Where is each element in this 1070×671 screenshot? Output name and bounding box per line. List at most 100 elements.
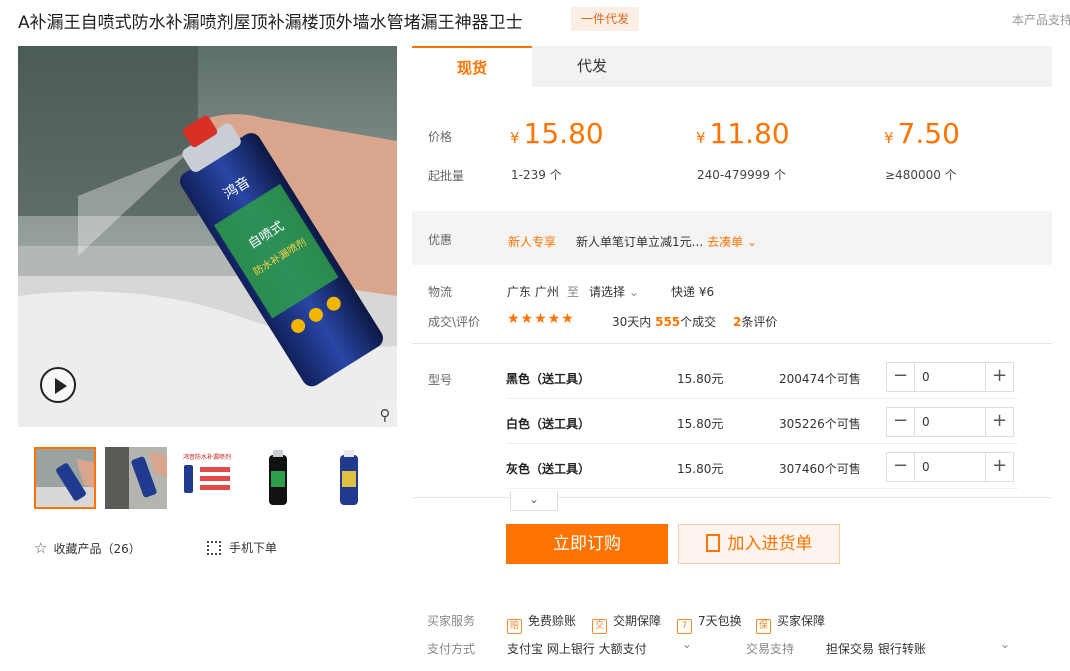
currency-symbol: ¥ [696, 129, 706, 147]
payment-label: 支付方式 [427, 642, 476, 656]
promotion-bar: 优惠 新人专享 新人单笔订单立减1元... 去凑单 ⌄ [412, 211, 1052, 265]
sku-label: 型号 [428, 373, 453, 387]
moq-tier-1: 1-239 个 [511, 168, 562, 182]
service-delivery-guarantee[interactable]: 交交期保障 [592, 612, 661, 634]
shield-icon: 保 [756, 619, 771, 634]
promo-description: 新人单笔订单立减1元... [576, 235, 704, 249]
sku-name: 灰色（送工具） [506, 462, 591, 476]
trade-support-label: 交易支持 [746, 642, 795, 656]
services-label: 买家服务 [427, 614, 476, 628]
tab-dropship[interactable]: 代发 [532, 46, 652, 87]
dropship-badge: 一件代发 [571, 7, 639, 31]
mobile-order-label: 手机下单 [229, 541, 278, 555]
price-tier-3-value: 7.50 [897, 117, 960, 150]
sku-row: 黑色（送工具） 15.80元 200474个可售 − + [506, 355, 1018, 399]
moq-tier-3: ≥480000 个 [885, 168, 957, 182]
quantity-stepper: − + [886, 362, 1014, 392]
credit-icon: 赔 [507, 619, 522, 634]
promo-link[interactable]: 去凑单 ⌄ [707, 235, 757, 249]
sku-price: 15.80元 [677, 372, 724, 386]
star-outline-icon: ☆ [34, 539, 48, 557]
add-to-cart-label: 加入进货单 [727, 534, 813, 554]
service-free-credit[interactable]: 赔免费赊账 [507, 612, 576, 634]
decrease-button[interactable]: − [887, 408, 915, 436]
sku-stock: 200474个可售 [779, 372, 861, 386]
thumbnail-2[interactable] [105, 447, 167, 509]
review-count[interactable]: 2条评价 [733, 313, 777, 330]
chevron-down-icon: ⌄ [746, 235, 757, 249]
thumbnail-3[interactable]: 鸿音防水补漏喷剂 [176, 447, 238, 509]
payment-methods: 支付宝 网上银行 大额支付 [507, 642, 647, 656]
destination-select[interactable]: 请选择 ⌄ [589, 283, 639, 300]
price-label: 价格 [428, 130, 453, 144]
currency-symbol: ¥ [884, 129, 894, 147]
logistics-label: 物流 [428, 285, 453, 299]
shipping-fee: 快递 ¥6 [671, 285, 715, 299]
quantity-input[interactable] [916, 453, 986, 481]
clipboard-icon [705, 534, 720, 552]
buy-now-button[interactable]: 立即订购 [506, 524, 668, 564]
service-buyer-protection[interactable]: 保买家保障 [756, 612, 825, 634]
deal-count[interactable]: 30天内 555个成交 [612, 313, 716, 330]
promo-text: 新人单笔订单立减1元... 去凑单 ⌄ [576, 233, 757, 250]
quantity-input[interactable] [916, 408, 986, 436]
product-title: A补漏王自喷式防水补漏喷剂屋顶补漏楼顶外墙水管堵漏王神器卫士 [18, 13, 523, 33]
qr-code-icon [207, 541, 221, 555]
price-tier-2: ¥11.80 [696, 117, 790, 150]
reviews-label: 成交\评价 [428, 315, 481, 329]
price-tier-1: ¥15.80 [510, 117, 604, 150]
sku-price: 15.80元 [677, 462, 724, 476]
sku-row: 白色（送工具） 15.80元 305226个可售 − + [506, 400, 1018, 444]
add-to-cart-button[interactable]: 加入进货单 [678, 524, 840, 564]
chevron-down-icon[interactable]: ⌄ [1000, 637, 1010, 651]
promo-label: 优惠 [428, 233, 453, 247]
offer-tabs: 现货 代发 [412, 46, 1052, 87]
thumbnail-4[interactable] [247, 447, 309, 509]
increase-button[interactable]: + [985, 363, 1013, 391]
ship-from: 广东 广州 [507, 285, 559, 299]
promo-tag: 新人专享 [508, 235, 557, 249]
flyer-title-text: 鸿音防水补漏喷剂 [183, 453, 231, 461]
quantity-input[interactable] [916, 363, 986, 391]
moq-label: 起批量 [428, 169, 465, 183]
rating-stars: ★★★★★ [507, 311, 575, 327]
delivery-guarantee-icon: 交 [592, 619, 607, 634]
divider [412, 343, 1052, 344]
increase-button[interactable]: + [985, 408, 1013, 436]
sku-price: 15.80元 [677, 417, 724, 431]
mobile-order-button[interactable]: 手机下单 [207, 539, 277, 556]
thumbnail-5[interactable] [318, 447, 380, 509]
decrease-button[interactable]: − [887, 453, 915, 481]
ship-to-word: 至 [567, 285, 580, 299]
thumbnail-strip: 鸿音防水补漏喷剂 [34, 447, 380, 509]
main-product-image[interactable]: 鸿音 自喷式 防水补漏喷剂 ⚲ [18, 46, 397, 427]
zoom-icon[interactable]: ⚲ [373, 403, 397, 427]
increase-button[interactable]: + [985, 453, 1013, 481]
exchange-icon: 7 [677, 619, 692, 634]
price-tier-3: ¥7.50 [884, 117, 960, 150]
sku-name: 黑色（送工具） [506, 372, 591, 386]
chevron-down-icon[interactable]: ⌄ [682, 637, 692, 651]
quantity-stepper: − + [886, 452, 1014, 482]
sku-stock: 307460个可售 [779, 462, 861, 476]
price-tier-1-value: 15.80 [523, 117, 604, 150]
service-7day-exchange[interactable]: 7 7天包换 [677, 612, 742, 634]
moq-tier-2: 240-479999 个 [697, 168, 786, 182]
favorite-button[interactable]: ☆ 收藏产品（26） [34, 539, 141, 557]
sku-row: 灰色（送工具） 15.80元 307460个可售 − + [506, 445, 1018, 489]
support-text: 本产品支持 [1012, 13, 1070, 27]
decrease-button[interactable]: − [887, 363, 915, 391]
chevron-down-icon: ⌄ [628, 285, 639, 299]
thumbnail-1[interactable] [34, 447, 96, 509]
tab-spot-goods[interactable]: 现货 [412, 46, 532, 87]
divider [412, 497, 1052, 498]
play-video-button[interactable] [40, 367, 76, 403]
quantity-stepper: − + [886, 407, 1014, 437]
sku-stock: 305226个可售 [779, 417, 861, 431]
currency-symbol: ¥ [510, 129, 520, 147]
expand-sku-button[interactable]: ⌄ [510, 491, 558, 511]
chevron-down-icon: ⌄ [528, 492, 540, 506]
price-tier-2-value: 11.80 [709, 117, 790, 150]
favorite-label: 收藏产品（26） [53, 542, 141, 556]
trade-methods: 担保交易 银行转账 [826, 642, 926, 656]
